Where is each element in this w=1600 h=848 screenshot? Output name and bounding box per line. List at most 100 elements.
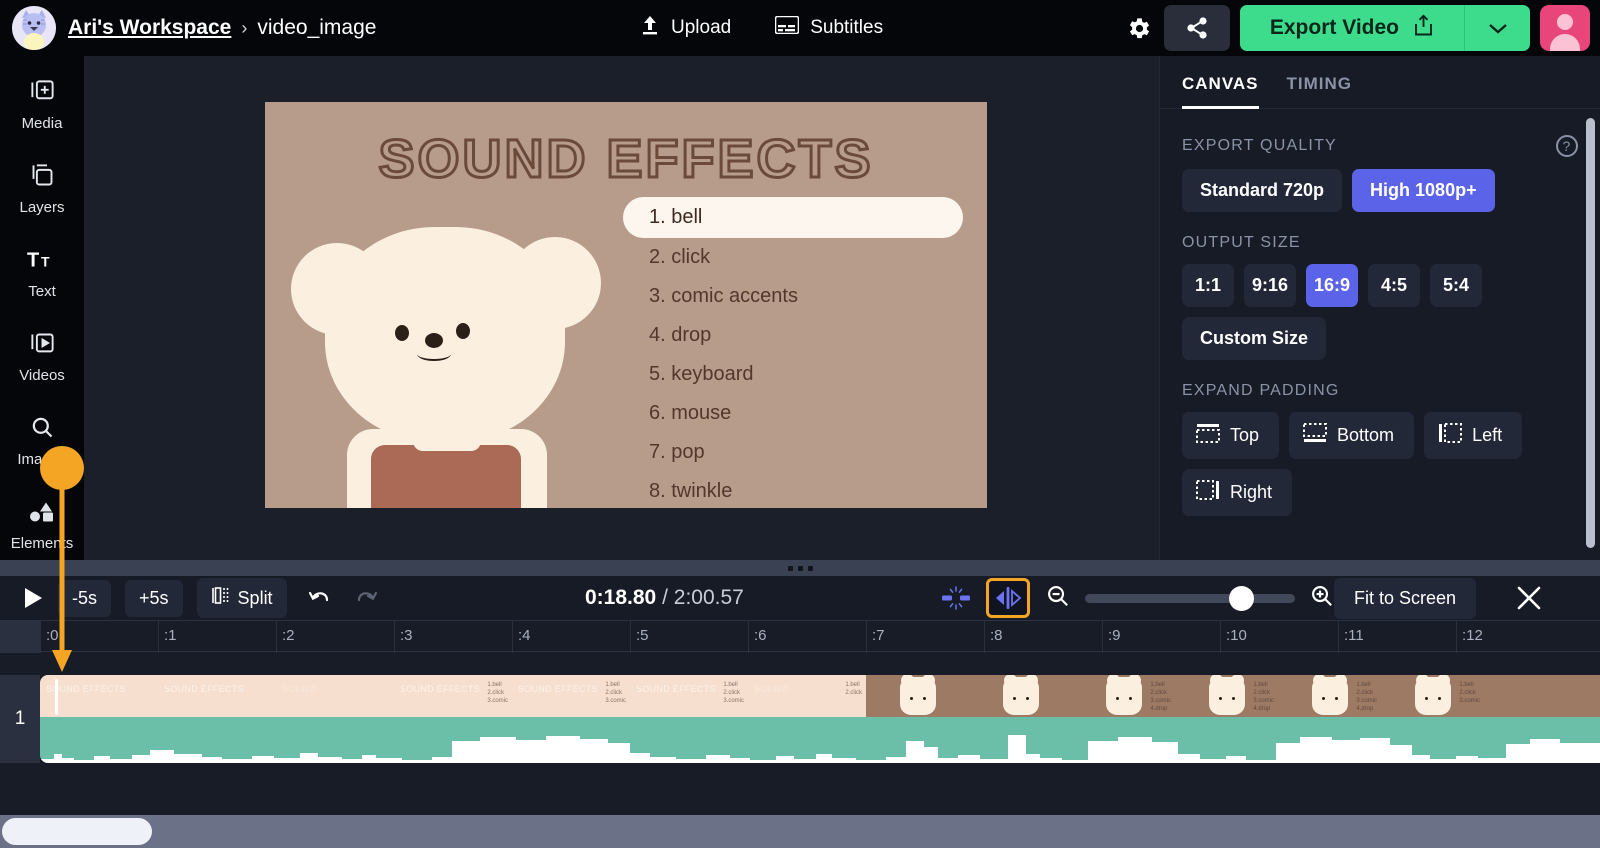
padding-right-button[interactable]: Right (1182, 469, 1293, 516)
forward-5s-button[interactable]: +5s (125, 579, 183, 617)
shapes-icon (28, 498, 57, 530)
thumb-ghost-list: 1.bell 2.click 3.comic 4.drop (1150, 682, 1171, 713)
padding-top-button[interactable]: Top (1182, 412, 1280, 459)
thumb-bear-icon (899, 675, 936, 715)
padding-left-button[interactable]: Left (1424, 412, 1523, 459)
bear-illustration (285, 207, 605, 508)
gear-icon[interactable] (1118, 7, 1160, 49)
top-right-actions: Export Video (1118, 0, 1590, 56)
close-icon[interactable] (1513, 582, 1545, 614)
ruler-tick: :10 (1220, 621, 1247, 653)
export-video-button[interactable]: Export Video (1239, 5, 1464, 51)
thumb-ghost-list: 1.bell 2.click 3.comic 4.drop (1356, 682, 1377, 713)
user-avatar[interactable] (1540, 5, 1590, 51)
canvas-frame[interactable]: SOUND EFFECTS 1. bell 2. click 3. comic … (265, 102, 987, 508)
zoom-in-icon[interactable] (1309, 583, 1335, 614)
list-item[interactable]: 3. comic accents (623, 277, 963, 316)
export-share-icon (1413, 13, 1434, 43)
clip-thumbnail: SOUND 1.bell 2.click (748, 675, 866, 717)
ratio-4-5[interactable]: 4:5 (1368, 264, 1420, 307)
ruler-tick: :4 (512, 621, 531, 653)
back-5s-button[interactable]: -5s (58, 579, 112, 617)
zoom-slider-knob[interactable] (1229, 585, 1254, 611)
output-size-title: OUTPUT SIZE (1182, 234, 1301, 251)
slide-title: SOUND EFFECTS (377, 128, 874, 191)
clip-thumbnail: SOUND (276, 675, 394, 717)
breadcrumb: Ari's Workspace › video_image (68, 16, 376, 40)
zoom-slider[interactable] (1085, 585, 1295, 611)
sidebar-label-videos: Videos (19, 367, 65, 384)
ruler-tick: :1 (158, 621, 177, 653)
timeline-ruler[interactable]: :0 :1 :2 :3 :4 :5 :6 :7 :8 :9 :10 :11 :1… (0, 620, 1600, 653)
play-button[interactable] (22, 586, 44, 610)
ratio-9-16[interactable]: 9:16 (1244, 264, 1296, 307)
ruler-tick: :0 (40, 621, 59, 653)
time-display: 0:18.80 / 2:00.57 (585, 586, 744, 610)
sound-effects-list: 1. bell 2. click 3. comic accents 4. dro… (623, 197, 963, 508)
breadcrumb-workspace[interactable]: Ari's Workspace (68, 16, 231, 40)
custom-size-row: Custom Size (1182, 317, 1578, 360)
share-icon[interactable] (1163, 5, 1230, 51)
timeline-clip[interactable]: SOUND EFFECTS SOUND EFFECTS SOUND SOUND … (40, 675, 1600, 763)
custom-size-button[interactable]: Custom Size (1182, 317, 1327, 360)
thumb-ghost-text: SOUND (282, 684, 317, 694)
ratio-5-4[interactable]: 5:4 (1430, 264, 1482, 307)
playhead-marker[interactable] (55, 679, 58, 715)
left-sidebar: Media Layers T T Text Videos Images Elem… (0, 56, 84, 560)
list-item[interactable]: 1. bell (623, 197, 963, 238)
panel-resize-handle[interactable] (0, 560, 1600, 576)
sidebar-item-images[interactable]: Images (0, 414, 84, 468)
panel-tabs: CANVAS TIMING (1160, 56, 1600, 109)
list-item[interactable]: 8. twinkle (623, 472, 963, 508)
quality-standard-720p[interactable]: Standard 720p (1182, 169, 1343, 212)
thumb-ghost-list: 1.bell 2.click 3.comic (723, 682, 744, 705)
timeline-scrollbar-thumb[interactable] (2, 818, 152, 845)
padding-bottom-button[interactable]: Bottom (1289, 412, 1415, 459)
audio-waveform (40, 717, 1600, 763)
expand-gap-icon[interactable] (986, 578, 1030, 618)
subtitles-button[interactable]: Subtitles (774, 15, 883, 40)
help-circle-icon[interactable]: ? (1556, 135, 1578, 157)
sidebar-item-text[interactable]: T T Text (0, 246, 84, 301)
fit-to-screen-button[interactable]: Fit to Screen (1334, 577, 1477, 619)
split-button[interactable]: Split (196, 578, 287, 618)
canvas-area[interactable]: SOUND EFFECTS 1. bell 2. click 3. comic … (84, 56, 1159, 560)
tab-timing[interactable]: TIMING (1287, 74, 1353, 109)
timeline-scrollbar[interactable] (0, 815, 1600, 848)
thumb-bear-face (1218, 697, 1235, 702)
thumb-bear-icon (1105, 675, 1142, 715)
sidebar-label-media: Media (21, 115, 63, 132)
undo-icon[interactable] (307, 587, 333, 609)
video-icon (29, 330, 56, 362)
ruler-tick: :2 (276, 621, 295, 653)
ratio-1-1[interactable]: 1:1 (1182, 264, 1234, 307)
handle-dot (807, 565, 813, 571)
clip-thumbnail: 1.bell 2.click 3.comic 4.drop (1072, 675, 1175, 717)
list-item[interactable]: 7. pop (623, 433, 963, 472)
sidebar-item-elements[interactable]: Elements (0, 498, 84, 552)
sidebar-item-media[interactable]: Media (0, 78, 84, 132)
right-panel-scrollbar[interactable] (1586, 118, 1595, 548)
list-item[interactable]: 2. click (623, 238, 963, 277)
redo-icon[interactable] (353, 587, 379, 609)
ruler-gutter (0, 621, 40, 653)
ratio-16-9[interactable]: 16:9 (1306, 264, 1358, 307)
list-item[interactable]: 5. keyboard (623, 355, 963, 394)
thumb-ghost-list: 1.bell 2.click 3.comic (1459, 682, 1480, 705)
padding-bottom-icon (1303, 423, 1328, 448)
close-gap-icon[interactable] (934, 578, 978, 618)
sidebar-item-layers[interactable]: Layers (0, 162, 84, 216)
cat-avatar-icon[interactable] (12, 6, 56, 50)
tab-canvas[interactable]: CANVAS (1182, 74, 1259, 109)
zoom-out-icon[interactable] (1045, 583, 1071, 614)
export-options-chevron-down-icon[interactable] (1464, 5, 1530, 51)
sidebar-item-videos[interactable]: Videos (0, 330, 84, 384)
ruler-tick: :3 (394, 621, 413, 653)
svg-text:T: T (27, 250, 39, 272)
thumb-bear-icon (1414, 675, 1451, 715)
list-item[interactable]: 6. mouse (623, 394, 963, 433)
upload-button[interactable]: Upload (640, 14, 731, 42)
quality-high-1080p[interactable]: High 1080p+ (1352, 169, 1495, 212)
list-item[interactable]: 4. drop (623, 316, 963, 355)
expand-padding-title: EXPAND PADDING (1182, 382, 1340, 399)
